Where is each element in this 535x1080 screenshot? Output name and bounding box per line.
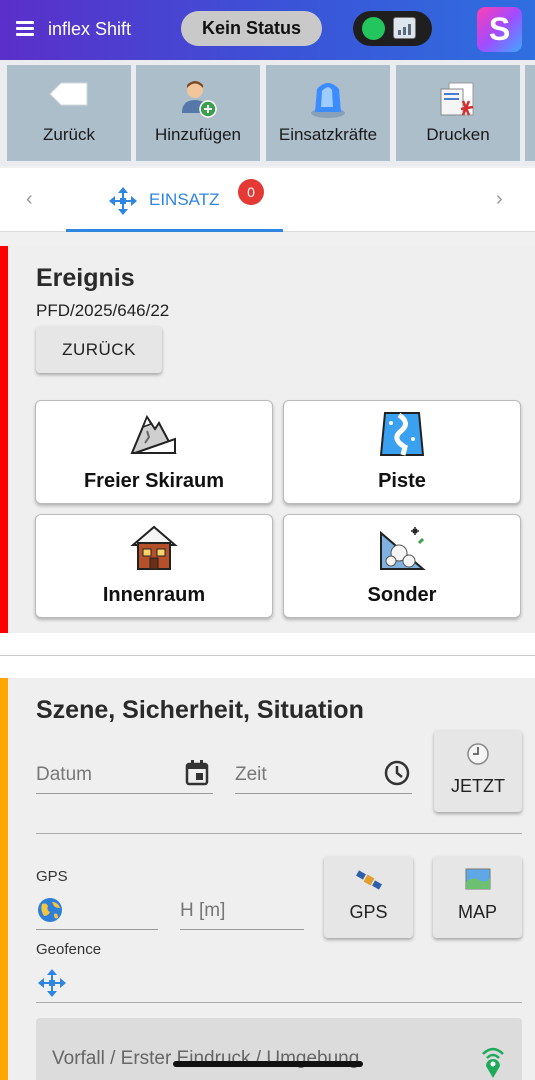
- status-badge[interactable]: Kein Status: [181, 11, 322, 46]
- gps-button[interactable]: GPS: [324, 856, 413, 938]
- ereignis-back-button[interactable]: ZURÜCK: [36, 326, 162, 373]
- zeit-placeholder: Zeit: [235, 764, 267, 785]
- globe-icon: [38, 898, 62, 922]
- print-button-label: Drucken: [426, 125, 490, 144]
- ereignis-title: Ereignis: [36, 264, 135, 292]
- back-button[interactable]: Zurück: [7, 65, 131, 161]
- app-title: inflex Shift: [48, 19, 132, 39]
- geofence-move-icon[interactable]: [37, 968, 67, 998]
- datum-field[interactable]: Datum: [36, 754, 213, 794]
- tab-next-icon[interactable]: ›: [496, 188, 503, 211]
- add-person-icon: [182, 81, 217, 118]
- ereignis-id: PFD/2025/646/22: [36, 301, 170, 320]
- category-sonder-label: Sonder: [367, 584, 437, 606]
- height-placeholder: H [m]: [180, 900, 226, 921]
- map-button-label: MAP: [457, 902, 497, 922]
- clock-small-icon: [467, 743, 489, 765]
- map-button[interactable]: MAP: [433, 856, 522, 938]
- clock-icon[interactable]: [384, 760, 410, 786]
- online-status-icon: [362, 17, 385, 40]
- category-piste[interactable]: Piste: [283, 400, 521, 504]
- blue-beacon-icon: [311, 83, 345, 118]
- szene-title: Szene, Sicherheit, Situation: [36, 696, 364, 724]
- avalanche-icon: [380, 527, 426, 570]
- szene-section: Szene, Sicherheit, Situation Datum Zeit …: [0, 678, 535, 1080]
- calendar-icon[interactable]: [185, 760, 209, 786]
- category-freier-skiraum-label: Freier Skiraum: [83, 470, 225, 492]
- vorfall-textarea[interactable]: Vorfall / Erster Eindruck / Umgebung: [36, 1018, 522, 1080]
- jetzt-button-label: JETZT: [451, 776, 505, 796]
- location-signal-icon[interactable]: [480, 1044, 506, 1078]
- tab-einsatz[interactable]: EINSATZ 0: [66, 168, 283, 232]
- more-toolbar-item[interactable]: [525, 65, 535, 161]
- tab-prev-icon[interactable]: ‹: [26, 188, 33, 211]
- forces-button[interactable]: Einsatzkräfte: [266, 65, 390, 161]
- category-sonder[interactable]: Sonder: [283, 514, 521, 618]
- gps-field[interactable]: [36, 892, 158, 930]
- field-separator: [36, 833, 522, 834]
- hamburger-menu-icon[interactable]: [16, 21, 34, 37]
- connection-indicator[interactable]: [353, 11, 432, 46]
- back-button-label: Zurück: [43, 125, 95, 144]
- add-button[interactable]: Hinzufügen: [136, 65, 260, 161]
- piste-icon: [379, 412, 425, 456]
- zeit-field[interactable]: Zeit: [235, 754, 412, 794]
- add-button-label: Hinzufügen: [154, 125, 241, 144]
- move-arrows-icon: [109, 187, 137, 215]
- signal-strength-icon: [393, 17, 416, 39]
- geofence-separator: [36, 1002, 522, 1003]
- jetzt-button[interactable]: JETZT: [434, 730, 522, 812]
- home-indicator: [173, 1061, 363, 1067]
- print-pdf-icon: [440, 82, 474, 116]
- category-freier-skiraum[interactable]: Freier Skiraum: [35, 400, 273, 504]
- gps-label: GPS: [36, 868, 68, 885]
- action-toolbar: Zurück Hinzufügen Einsatzkräfte Drucken: [0, 60, 535, 166]
- tab-bar: ‹ EINSATZ 0 ›: [0, 168, 535, 232]
- app-logo[interactable]: S: [477, 7, 522, 52]
- mountain-icon: [130, 414, 177, 454]
- category-innenraum-label: Innenraum: [102, 584, 206, 606]
- category-piste-label: Piste: [378, 470, 426, 492]
- ereignis-section: Ereignis PFD/2025/646/22 ZURÜCK Freier S…: [0, 246, 535, 633]
- back-arrow-icon: [49, 82, 88, 106]
- app-header: inflex Shift Kein Status S: [0, 0, 535, 60]
- section-divider: [0, 655, 535, 656]
- print-button[interactable]: Drucken: [396, 65, 520, 161]
- height-field[interactable]: H [m]: [180, 892, 304, 930]
- tab-count-badge: 0: [238, 179, 264, 205]
- hut-icon: [130, 525, 178, 570]
- gps-button-label: GPS: [349, 902, 388, 922]
- map-icon: [465, 868, 490, 890]
- geofence-label: Geofence: [36, 941, 102, 958]
- tab-einsatz-label: EINSATZ: [149, 190, 220, 209]
- satellite-icon: [355, 870, 382, 890]
- category-innenraum[interactable]: Innenraum: [35, 514, 273, 618]
- datum-placeholder: Datum: [36, 764, 92, 785]
- forces-button-label: Einsatzkräfte: [278, 125, 378, 144]
